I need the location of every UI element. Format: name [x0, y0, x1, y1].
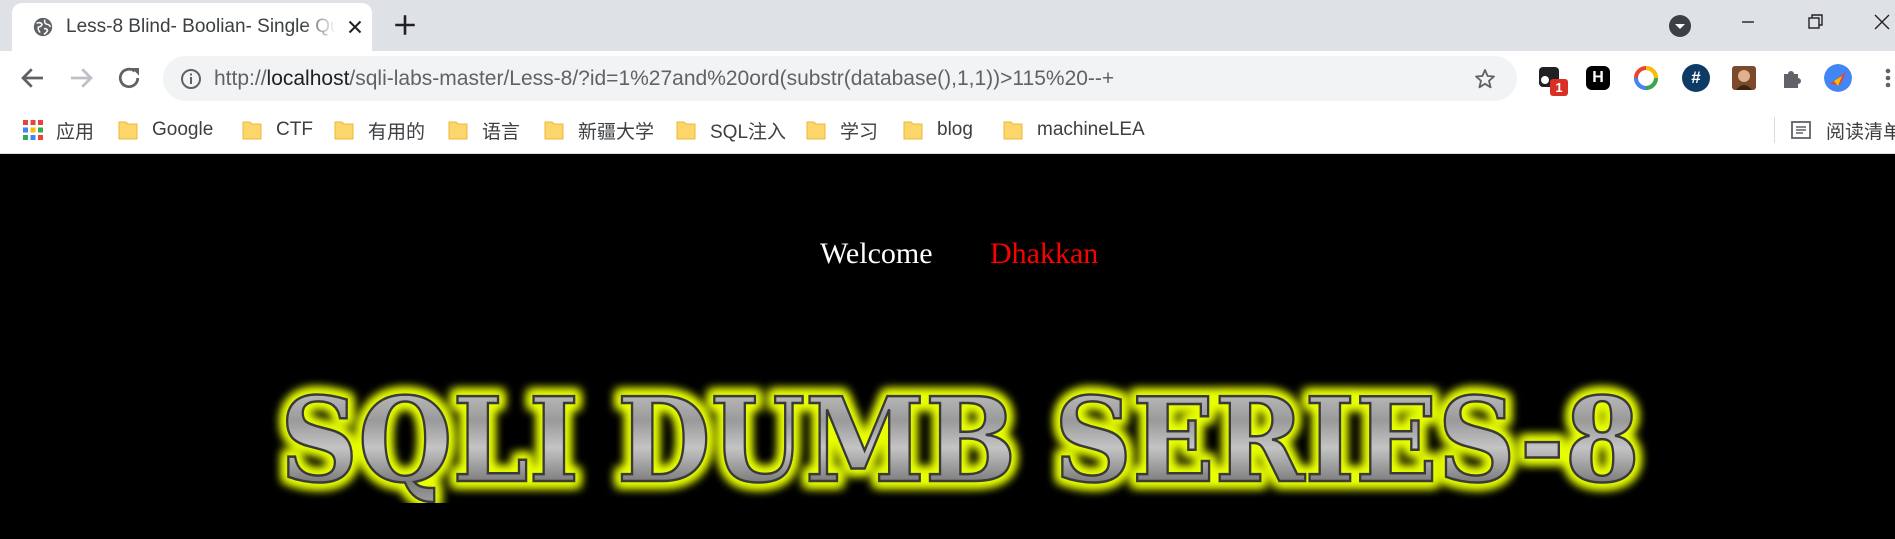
extension-avatar-icon[interactable] [1730, 64, 1758, 92]
bookmark-apps-label: 应用 [56, 121, 95, 143]
folder-icon [242, 121, 262, 140]
bookmark-folder-machinelea[interactable]: machineLEA [1003, 115, 1145, 145]
bookmark-folder-sql-injection[interactable]: SQL注入 [676, 115, 786, 145]
forward-arrow-icon[interactable] [66, 63, 96, 93]
bookmark-folder-ctf[interactable]: CTF [242, 115, 313, 145]
bookmark-label: SQL注入 [710, 121, 787, 143]
restore-window-icon[interactable] [1803, 10, 1827, 34]
bookmark-label: 有用的 [368, 121, 426, 143]
browser-toolbar: http://localhost/sqli-labs-master/Less-8… [0, 51, 1895, 105]
close-tab-icon[interactable] [344, 16, 366, 38]
bookmark-label: 学习 [840, 121, 879, 143]
globe-icon [33, 17, 53, 37]
welcome-text: Welcome [820, 237, 933, 270]
welcome-username: Dhakkan [990, 237, 1099, 270]
url-host: localhost [266, 67, 350, 90]
reading-list-label: 阅读清单 [1826, 121, 1895, 143]
tab-strip: Less-8 Blind- Boolian- Single Quotes- St… [0, 0, 1895, 51]
folder-icon [448, 121, 468, 140]
folder-icon [676, 121, 696, 140]
bookmark-folder-google[interactable]: Google [118, 115, 213, 145]
back-arrow-icon[interactable] [18, 63, 48, 93]
site-info-icon[interactable] [179, 67, 203, 91]
browser-tab[interactable]: Less-8 Blind- Boolian- Single Quotes- St… [12, 3, 372, 51]
bookmark-folder-language[interactable]: 语言 [448, 115, 520, 145]
bookmark-label: Google [152, 119, 214, 140]
extension-icon-1[interactable]: 1 [1536, 64, 1568, 96]
url-scheme: http:// [214, 67, 267, 90]
url-text[interactable]: http://localhost/sqli-labs-master/Less-8… [214, 67, 1114, 91]
close-window-icon[interactable] [1870, 10, 1894, 34]
folder-icon [334, 121, 354, 140]
more-menu-icon[interactable] [1874, 64, 1895, 92]
bookmark-label: 语言 [482, 121, 521, 143]
page-content: Welcome Dhakkan SQLI DUMB SERIES-8 SQLI … [0, 155, 1895, 539]
address-bar[interactable]: http://localhost/sqli-labs-master/Less-8… [163, 56, 1517, 101]
bookmark-label: blog [937, 119, 973, 140]
extension-ring-icon[interactable] [1632, 64, 1660, 92]
reload-icon[interactable] [114, 63, 144, 93]
bookmark-apps[interactable]: 应用 [22, 115, 94, 145]
bookmark-folder-study[interactable]: 学习 [806, 115, 878, 145]
folder-icon [544, 121, 564, 140]
tab-title: Less-8 Blind- Boolian- Single Quotes- St… [66, 16, 336, 37]
profile-avatar[interactable] [1824, 64, 1852, 92]
reading-list-icon [1791, 121, 1811, 139]
extension-icon-h[interactable]: H [1586, 66, 1610, 90]
bookmark-label: 新疆大学 [578, 121, 655, 143]
bookmark-folder-xinjiang-university[interactable]: 新疆大学 [544, 115, 654, 145]
new-tab-plus-icon[interactable] [392, 12, 418, 38]
bookmark-label: CTF [276, 119, 313, 140]
folder-icon [1003, 121, 1023, 140]
bookmark-label: machineLEA [1037, 119, 1145, 140]
extensions-puzzle-icon[interactable] [1778, 64, 1806, 92]
bookmarks-divider [1774, 117, 1775, 143]
url-path: /sqli-labs-master/Less-8/?id=1%27and%20o… [349, 67, 1115, 90]
bookmark-folder-blog[interactable]: blog [903, 115, 973, 145]
minimize-window-icon[interactable] [1736, 10, 1760, 34]
tab-search-icon[interactable] [1668, 14, 1692, 38]
bookmarks-bar: 应用 Google CTF 有用的 语言 新疆大学 SQL注入 学习 blog … [0, 105, 1895, 154]
sqli-dumb-series-banner: SQLI DUMB SERIES-8 SQLI DUMB SERIES-8 [274, 367, 1646, 503]
extension-badge: 1 [1550, 79, 1568, 96]
extension-icon-hash[interactable]: # [1682, 64, 1710, 92]
apps-grid-icon [23, 120, 43, 140]
bookmark-folder-useful[interactable]: 有用的 [334, 115, 425, 145]
banner-text: SQLI DUMB SERIES-8 [280, 373, 1640, 503]
reading-list-button[interactable]: 阅读清单 [1790, 115, 1895, 145]
bookmark-star-icon[interactable] [1473, 67, 1497, 91]
folder-icon [118, 121, 138, 140]
folder-icon [903, 121, 923, 140]
folder-icon [806, 121, 826, 140]
